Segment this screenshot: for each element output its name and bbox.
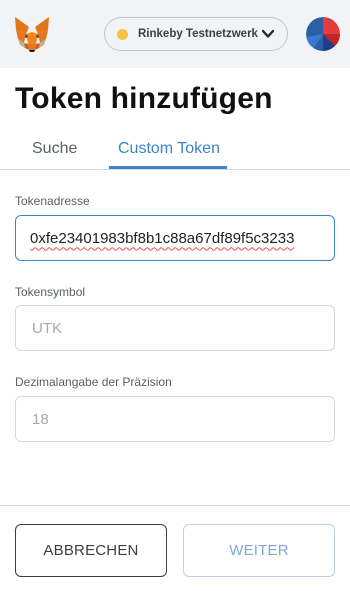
decimals-input[interactable]: 18 (15, 396, 335, 442)
token-address-label: Tokenadresse (15, 194, 90, 208)
metamask-fox-icon[interactable] (12, 14, 52, 54)
account-identicon[interactable] (306, 17, 340, 51)
next-button[interactable]: WEITER (183, 524, 335, 577)
tab-custom-token[interactable]: Custom Token (118, 140, 220, 158)
token-symbol-input[interactable]: UTK (15, 305, 335, 351)
tab-search[interactable]: Suche (32, 140, 77, 158)
chevron-down-icon (261, 27, 275, 41)
active-tab-indicator (109, 166, 227, 169)
token-symbol-placeholder: UTK (32, 319, 62, 337)
decimals-placeholder: 18 (32, 410, 49, 428)
token-address-input[interactable]: 0xfe23401983bf8b1c88a67df89f5c3233 (15, 215, 335, 261)
tab-bar: Suche Custom Token (0, 130, 350, 170)
network-status-dot (117, 28, 128, 40)
network-selector[interactable]: Rinkeby Testnetzwerk (104, 17, 288, 51)
token-address-value: 0xfe23401983bf8b1c88a67df89f5c3233 (30, 229, 295, 247)
footer-divider (0, 505, 350, 506)
page-title: Token hinzufügen (15, 82, 273, 115)
network-label: Rinkeby Testnetzwerk (138, 28, 258, 40)
cancel-button[interactable]: ABBRECHEN (15, 524, 167, 577)
token-symbol-label: Tokensymbol (15, 285, 86, 299)
decimals-label: Dezimalangabe der Präzision (15, 375, 172, 389)
app-header: Rinkeby Testnetzwerk (0, 0, 350, 68)
